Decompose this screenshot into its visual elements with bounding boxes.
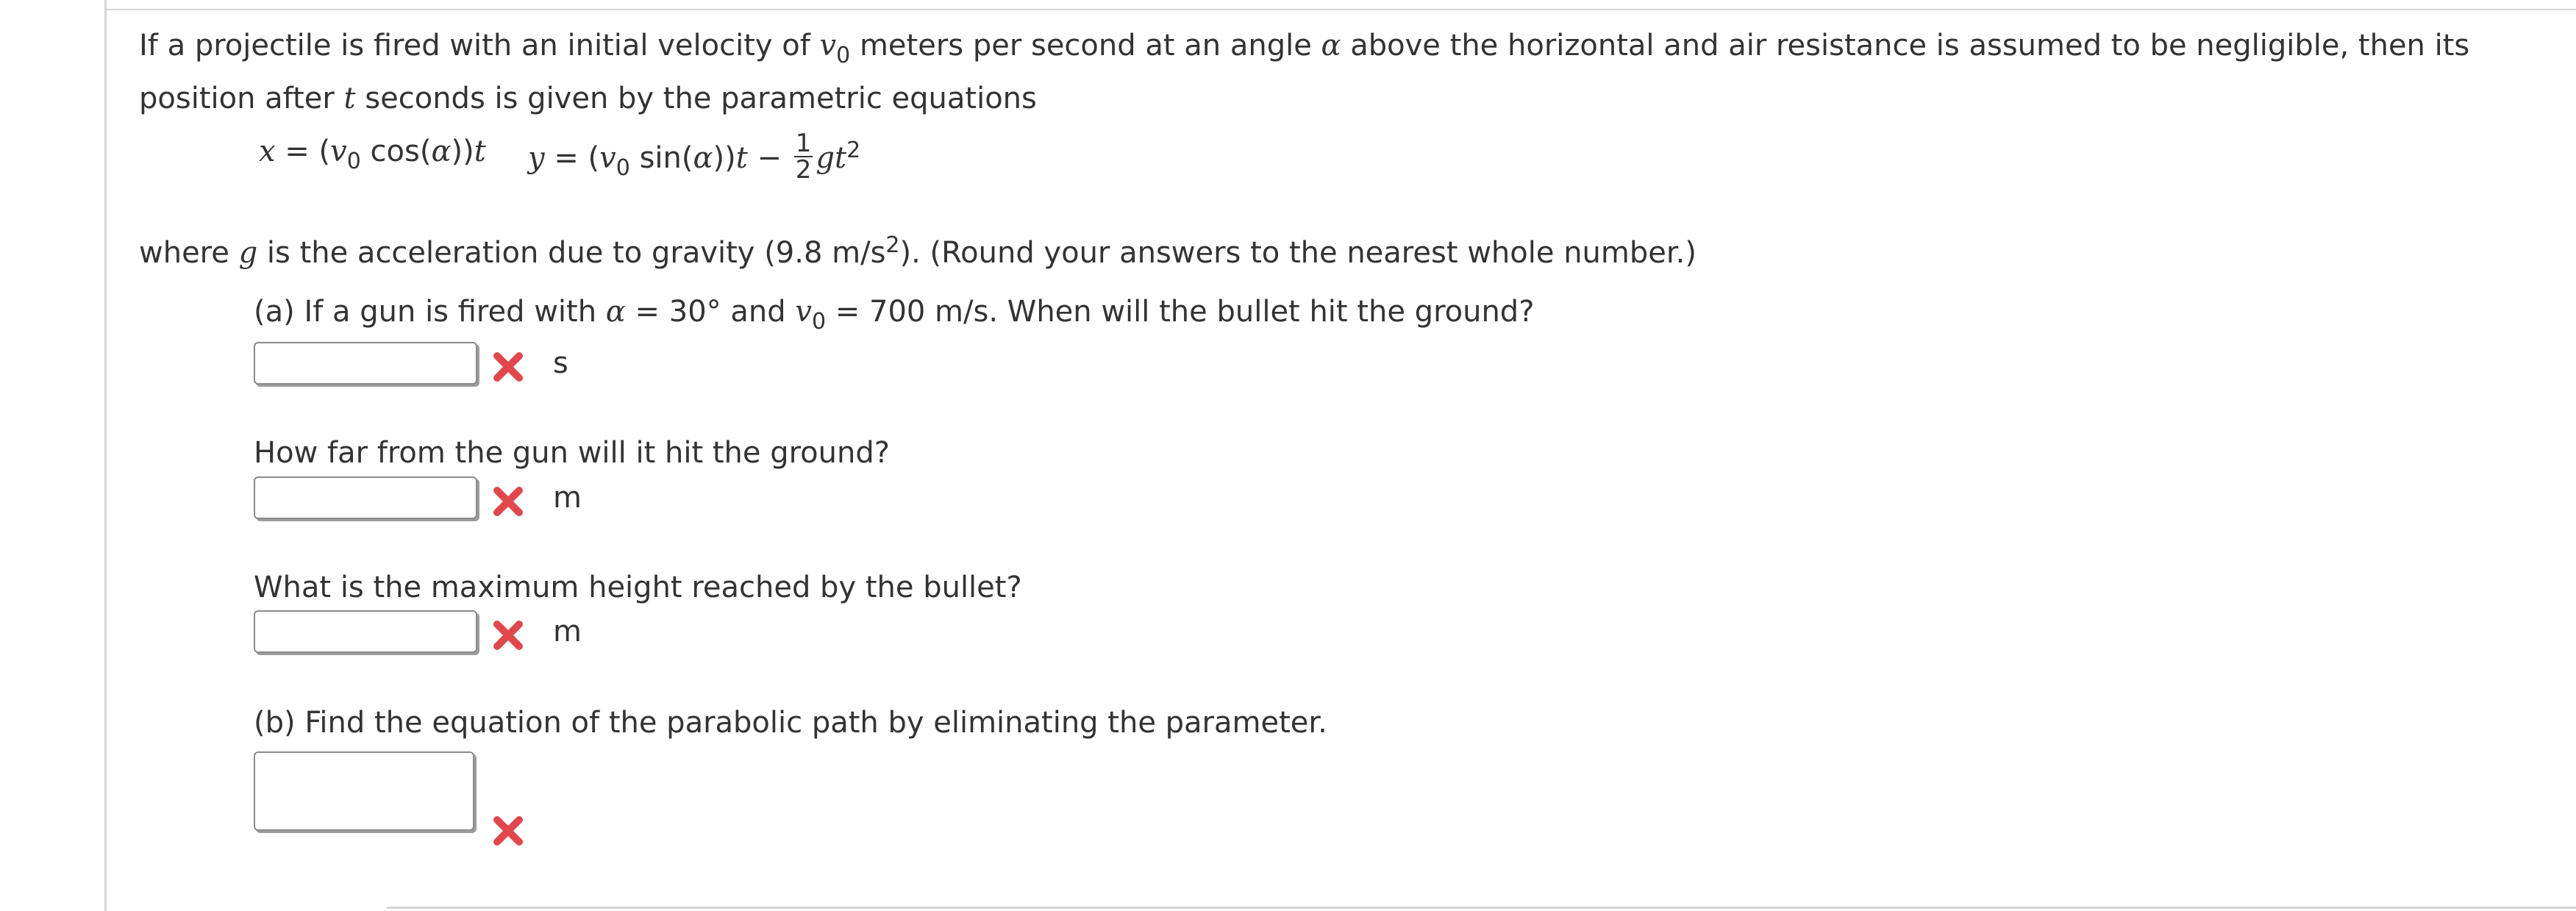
eq-subscript: 0 [346, 149, 361, 174]
eq-var: t [835, 141, 847, 175]
time-unit: s [553, 346, 568, 380]
eq-var: t [474, 135, 486, 168]
distance-unit: m [553, 481, 582, 515]
eq-text: cos( [360, 135, 432, 168]
time-answer-input[interactable] [254, 342, 477, 385]
x-mark-icon [493, 816, 523, 846]
intro-text: seconds is given by the parametric equat… [355, 82, 1037, 115]
eq-var: v [599, 141, 616, 175]
angle-variable: α [1321, 29, 1341, 62]
eq-var: y [528, 141, 545, 175]
height-answer-input[interactable] [254, 610, 477, 653]
distance-answer-input[interactable] [254, 476, 477, 519]
problem-intro-line-1: If a projectile is fired with an initial… [139, 28, 2470, 68]
equation-answer-input[interactable] [254, 751, 474, 831]
velocity-variable: v [819, 29, 837, 62]
intro-text: meters per second at an angle [850, 29, 1321, 62]
equation-x: x = (v0 cos(α))t [259, 134, 486, 174]
panel-top-border [106, 0, 2576, 10]
eq-var: α [431, 135, 452, 168]
part-a-prompt: (a) If a gun is fired with α = 30° and v… [254, 294, 1535, 335]
equation-y: y = (v0 sin(α))t − 1 2 gt2 [528, 129, 861, 185]
x-mark-icon [493, 487, 523, 516]
eq-text: sin( [629, 141, 693, 175]
distance-question-prompt: How far from the gun will it hit the gro… [254, 436, 890, 470]
fraction-denominator: 2 [795, 155, 812, 185]
intro-text: is the acceleration due to gravity (9.8 … [257, 236, 886, 270]
intro-text: ). (Round your answers to the nearest wh… [899, 236, 1696, 270]
eq-var: α [693, 141, 713, 175]
eq-text: )) [713, 141, 736, 175]
eq-subscript: 0 [616, 155, 630, 181]
eq-text: = ( [275, 135, 331, 168]
prompt-text: = 30° and [625, 295, 796, 329]
velocity-variable: v [795, 295, 812, 329]
x-mark-icon [493, 621, 523, 650]
intro-text: If a projectile is fired with an initial… [139, 29, 820, 62]
height-unit: m [553, 615, 582, 649]
intro-text: where [139, 236, 239, 270]
time-variable: t [343, 82, 356, 115]
eq-var: x [259, 135, 276, 168]
eq-var: t [735, 141, 748, 175]
part-b-prompt: (b) Find the equation of the parabolic p… [254, 706, 1327, 740]
prompt-text: = 700 m/s. When will the bullet hit the … [826, 295, 1535, 329]
height-question-prompt: What is the maximum height reached by th… [254, 571, 1022, 604]
prompt-text: (a) If a gun is fired with [254, 295, 606, 329]
unit-exponent: 2 [885, 232, 900, 258]
x-mark-icon [493, 352, 523, 382]
intro-text: above the horizontal and air resistance … [1341, 29, 2470, 62]
fraction-one-half: 12 [793, 129, 813, 185]
velocity-subscript: 0 [836, 43, 851, 68]
fraction-numerator: 1 [793, 129, 813, 158]
angle-variable: α [605, 295, 626, 329]
eq-var: g [816, 141, 835, 175]
eq-exponent: 2 [846, 137, 861, 163]
velocity-subscript: 0 [811, 309, 827, 335]
eq-text: )) [451, 135, 474, 168]
problem-intro-line-3: where g is the acceleration due to gravi… [139, 232, 1696, 274]
gravity-variable: g [238, 236, 258, 270]
problem-intro-line-2: position after t seconds is given by the… [139, 81, 1037, 116]
eq-var: v [330, 135, 347, 168]
panel-bottom-divider [387, 907, 2576, 909]
panel-left-border [104, 0, 107, 911]
eq-text: = ( [544, 141, 600, 175]
intro-text: position after [139, 82, 344, 115]
eq-text: − [747, 141, 791, 175]
